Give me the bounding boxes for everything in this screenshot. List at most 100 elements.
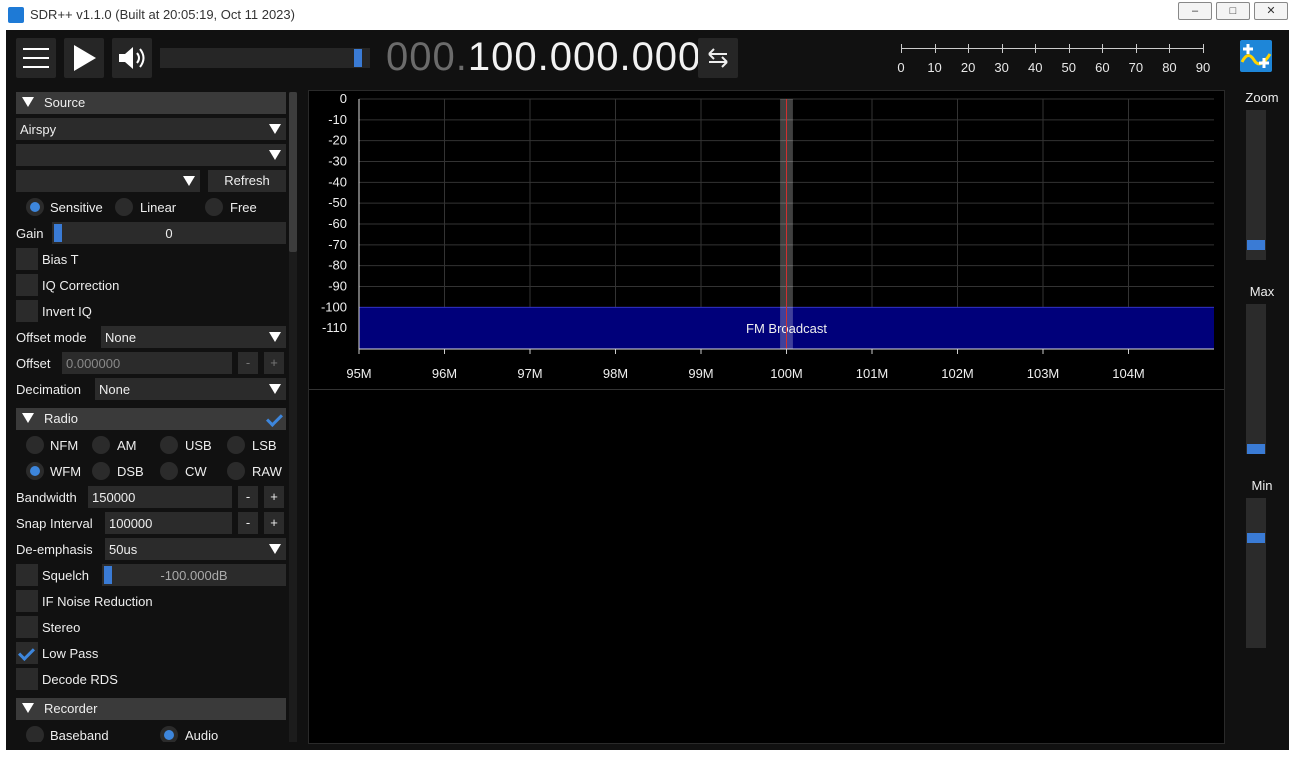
min-db-slider-grab[interactable] <box>1247 533 1265 543</box>
chevron-down-icon <box>264 144 286 166</box>
swap-button[interactable] <box>698 38 738 78</box>
bias-t-checkbox[interactable] <box>16 248 38 270</box>
decimation-select[interactable]: None <box>95 378 286 400</box>
offset-mode-row: Offset mode None <box>16 326 286 348</box>
source-header-label: Source <box>44 95 86 110</box>
spectrum-fft-plot[interactable]: 0 -10 -20 -30 -40 -50 -60 -70 -80 -90 -100 -110 95M 9… <box>309 91 1224 391</box>
squelch-label: Squelch <box>42 568 89 583</box>
x-tick-label: 103M <box>1027 366 1060 381</box>
bandwidth-minus-button[interactable]: - <box>238 486 258 508</box>
y-tick-label: -40 <box>328 174 347 189</box>
mode-usb-radio[interactable] <box>160 436 178 454</box>
snap-plus-button[interactable]: + <box>264 512 284 534</box>
mode-dsb-radio[interactable] <box>92 462 110 480</box>
y-tick-label: -30 <box>328 154 347 169</box>
offset-input[interactable]: 0.000000 <box>62 352 232 374</box>
mode-lsb-radio[interactable] <box>227 436 245 454</box>
source-select[interactable]: Airspy <box>16 118 286 140</box>
deemphasis-select[interactable]: 50us <box>105 538 286 560</box>
if-nr-checkbox[interactable] <box>16 590 38 612</box>
record-baseband-radio[interactable] <box>26 726 44 742</box>
spectrum-waterfall[interactable]: 0 -10 -20 -30 -40 -50 -60 -70 -80 -90 -100 -110 95M 9… <box>308 90 1225 744</box>
max-label: Max <box>1249 284 1275 299</box>
lowpass-row: Low Pass <box>16 642 286 664</box>
gain-mode-free-radio[interactable] <box>205 198 223 216</box>
x-tick-label: 102M <box>941 366 974 381</box>
max-db-slider[interactable] <box>1246 304 1266 454</box>
bandwidth-row: Bandwidth 150000 - + <box>16 486 286 508</box>
collapse-triangle-icon <box>22 413 34 423</box>
sidebar-scrollbar[interactable] <box>289 92 297 742</box>
offset-mode-select[interactable]: None <box>101 326 286 348</box>
snr-tick <box>1203 44 1204 53</box>
max-db-slider-grab[interactable] <box>1247 444 1265 454</box>
mode-dsb-label: DSB <box>117 464 144 479</box>
refresh-button[interactable]: Refresh <box>208 170 286 192</box>
deemphasis-row: De-emphasis 50us <box>16 538 286 560</box>
mute-button[interactable] <box>112 38 152 78</box>
snap-minus-button[interactable]: - <box>238 512 258 534</box>
x-tick-label: 96M <box>432 366 457 381</box>
sdrpp-logo[interactable] <box>1240 40 1272 72</box>
minimize-button[interactable]: – <box>1178 2 1212 20</box>
snr-tick-label: 20 <box>960 60 976 75</box>
zoom-slider-grab[interactable] <box>1247 240 1265 251</box>
recorder-header[interactable]: Recorder <box>16 698 286 720</box>
snap-interval-label: Snap Interval <box>16 516 93 531</box>
device-select[interactable] <box>16 144 286 166</box>
gain-mode-row: Sensitive Linear Free <box>16 196 286 218</box>
samplerate-select[interactable] <box>16 170 200 192</box>
snr-axis <box>901 48 1203 49</box>
snap-interval-input[interactable]: 100000 <box>105 512 232 534</box>
mode-cw-radio[interactable] <box>160 462 178 480</box>
snr-meter: 0 10 20 30 40 50 60 70 80 90 <box>897 40 1210 80</box>
iq-correction-checkbox[interactable] <box>16 274 38 296</box>
gain-mode-linear-radio[interactable] <box>115 198 133 216</box>
gain-mode-sensitive-label: Sensitive <box>50 200 103 215</box>
mode-am-radio[interactable] <box>92 436 110 454</box>
toolbar: 000.100.000.000 0 10 20 30 40 50 60 70 80 90 <box>6 30 1289 90</box>
close-button[interactable]: ✕ <box>1254 2 1288 20</box>
mode-raw-radio[interactable] <box>227 462 245 480</box>
snr-tick-label: 10 <box>927 60 942 75</box>
squelch-slider[interactable]: -100.000dB <box>102 564 286 586</box>
waterfall[interactable] <box>309 390 1224 743</box>
frequency-ghz-digits[interactable]: 000. <box>386 35 468 79</box>
bandwidth-input[interactable]: 150000 <box>88 486 232 508</box>
mode-nfm-radio[interactable] <box>26 436 44 454</box>
gain-label: Gain <box>16 226 44 241</box>
stereo-checkbox[interactable] <box>16 616 38 638</box>
menu-button[interactable] <box>16 38 56 78</box>
invert-iq-row: Invert IQ <box>16 300 286 322</box>
zoom-slider[interactable] <box>1246 110 1266 260</box>
min-db-slider[interactable] <box>1246 498 1266 648</box>
bandwidth-plus-button[interactable]: + <box>264 486 284 508</box>
gain-mode-sensitive-radio[interactable] <box>26 198 44 216</box>
volume-slider[interactable] <box>160 48 370 68</box>
play-button[interactable] <box>64 38 104 78</box>
y-tick-label: -80 <box>328 258 347 273</box>
sidebar-scrollbar-thumb[interactable] <box>289 92 297 252</box>
offset-minus-button[interactable]: - <box>238 352 258 374</box>
gain-slider[interactable]: 0 <box>52 222 286 244</box>
collapse-triangle-icon <box>22 703 34 713</box>
volume-slider-grab[interactable] <box>354 49 362 67</box>
mode-wfm-radio[interactable] <box>26 462 44 480</box>
lowpass-checkbox[interactable] <box>16 642 38 664</box>
rds-checkbox[interactable] <box>16 668 38 690</box>
squelch-checkbox[interactable] <box>16 564 38 586</box>
maximize-button[interactable]: □ <box>1216 2 1250 20</box>
radio-header[interactable]: Radio <box>16 408 286 430</box>
deemphasis-label: De-emphasis <box>16 542 93 557</box>
frequency-display[interactable]: 000.100.000.000 <box>386 32 701 82</box>
record-audio-radio[interactable] <box>160 726 178 742</box>
frequency-digits[interactable]: 100.000.000 <box>468 35 701 79</box>
app-icon <box>8 7 24 23</box>
mode-lsb-label: LSB <box>252 438 277 453</box>
invert-iq-checkbox[interactable] <box>16 300 38 322</box>
offset-plus-button[interactable]: + <box>264 352 284 374</box>
min-label: Min <box>1251 478 1273 493</box>
snr-tick-label: 0 <box>897 60 905 75</box>
source-header[interactable]: Source <box>16 92 286 114</box>
radio-enabled-check-icon[interactable] <box>264 408 286 430</box>
